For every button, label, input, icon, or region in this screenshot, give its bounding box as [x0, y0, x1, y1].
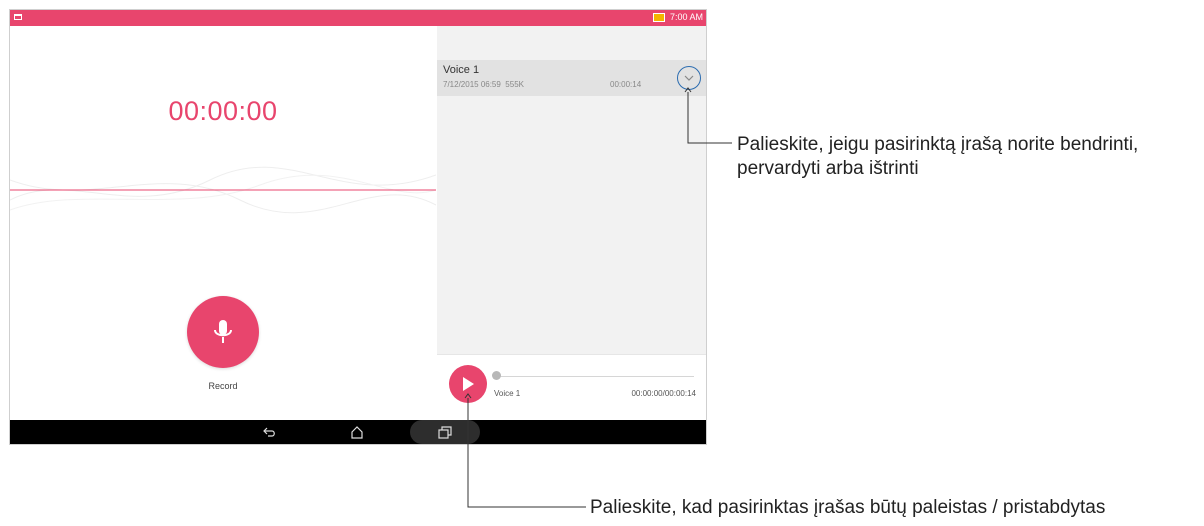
navigation-bar: [10, 420, 706, 444]
expand-options-button[interactable]: [677, 66, 701, 90]
status-bar: 7:00 AM: [10, 10, 706, 26]
recording-meta: 7/12/2015 06:59 555K: [443, 80, 524, 89]
recording-title: Voice 1: [443, 64, 480, 76]
status-time: 7:00 AM: [670, 12, 704, 22]
back-icon[interactable]: [260, 423, 280, 441]
player-time: 00:00:00/00:00:14: [631, 389, 696, 398]
expand-callout: Palieskite, jeigu pasirinktą įrašą norit…: [737, 134, 1139, 179]
player-bar: Voice 1 00:00:00/00:00:14: [437, 354, 706, 420]
record-label: Record: [208, 381, 238, 391]
play-callout: Palieskite, kad pasirinktas įrašas būtų …: [590, 497, 1106, 518]
recent-apps-icon[interactable]: [435, 423, 455, 441]
notification-icon: [14, 14, 22, 20]
seek-thumb[interactable]: [492, 371, 501, 380]
play-button[interactable]: [449, 365, 487, 403]
chevron-down-icon: [684, 75, 694, 81]
list-item[interactable]: Voice 1 7/12/2015 06:59 555K 00:00:14: [437, 60, 706, 96]
recording-size: 555K: [505, 80, 524, 89]
tablet-screen: 7:00 AM 00:00:00 Record Voice 1 7/12/201…: [9, 9, 707, 445]
battery-icon: [653, 13, 665, 22]
seek-bar[interactable]: [495, 376, 694, 377]
microphone-icon: [214, 320, 232, 343]
recording-duration: 00:00:14: [610, 80, 642, 89]
waveform: [10, 166, 436, 214]
record-button[interactable]: [187, 296, 259, 368]
player-title: Voice 1: [494, 389, 521, 398]
play-icon: [463, 377, 474, 391]
home-icon[interactable]: [347, 423, 367, 441]
recording-date: 7/12/2015 06:59: [443, 80, 501, 89]
recording-timer: 00:00:00: [168, 96, 278, 126]
